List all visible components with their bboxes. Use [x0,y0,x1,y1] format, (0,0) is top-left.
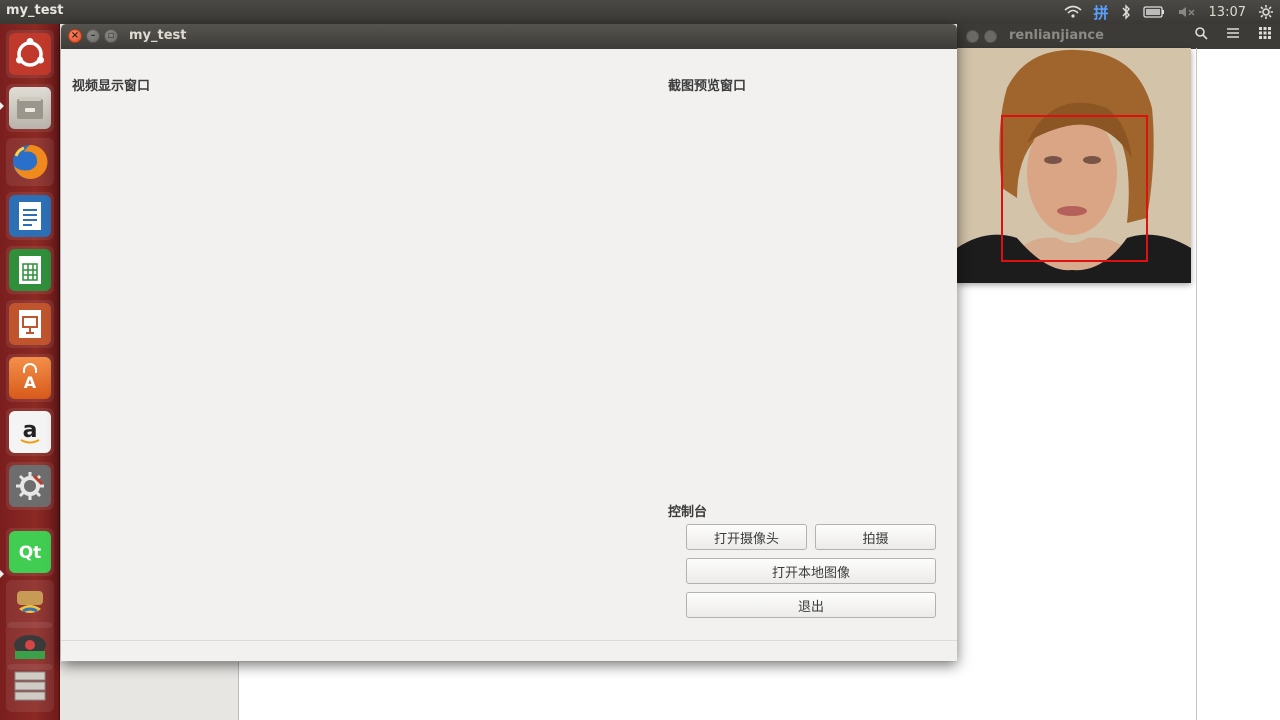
launcher-item-settings[interactable] [6,462,54,510]
exit-button[interactable]: 退出 [686,592,936,618]
svg-text:a: a [23,418,38,443]
background-close-icon[interactable] [966,30,979,43]
launcher-item-software[interactable]: A [6,354,54,402]
input-method-icon[interactable]: 拼 [1094,2,1109,23]
background-window[interactable]: renlianjiance [957,24,1280,720]
disks-icon [9,667,51,709]
firefox-icon [9,141,51,183]
battery-icon[interactable] [1142,6,1165,18]
svg-text:A: A [24,373,37,392]
clock[interactable]: 13:07 [1209,5,1246,20]
amazon-icon: a [9,411,51,453]
software-center-icon: A [9,357,51,399]
wifi-icon[interactable] [1063,5,1082,19]
launcher: A a Qt [0,24,60,720]
background-window-titlebar[interactable]: renlianjiance [957,24,1280,49]
impress-icon [9,303,51,345]
top-panel: my_test 拼 13:07 [0,0,1280,24]
video-display-label: 视频显示窗口 [72,79,151,94]
launcher-item-qt[interactable]: Qt [6,528,54,576]
svg-text:Qt: Qt [19,543,42,563]
background-minimize-icon[interactable] [984,30,997,43]
system-settings-icon [9,465,51,507]
python-icon [9,583,51,625]
console-label: 控制台 [668,505,708,520]
media-icon [9,625,51,667]
files-icon [9,87,51,129]
search-icon[interactable] [1194,26,1208,44]
launcher-item-files[interactable] [6,84,54,132]
launcher-item-impress[interactable] [6,300,54,348]
launcher-item-media[interactable] [6,622,54,670]
background-window-title: renlianjiance [1009,28,1104,43]
capture-button[interactable]: 拍摄 [815,524,936,550]
open-local-image-button[interactable]: 打开本地图像 [686,558,936,584]
window-title: my_test [129,28,187,43]
status-bar-divider [61,640,957,641]
desktop-bottom-strip [60,662,239,720]
launcher-item-python[interactable] [6,580,54,628]
volume-muted-icon[interactable] [1177,5,1197,19]
minimize-icon[interactable]: – [86,29,100,43]
active-app-title: my_test [6,3,64,18]
grid-view-icon[interactable] [1258,26,1272,44]
launcher-item-calc[interactable] [6,246,54,294]
open-camera-button[interactable]: 打开摄像头 [686,524,807,550]
main-window-titlebar[interactable]: × – ▫ my_test [61,24,957,49]
launcher-item-firefox[interactable] [6,138,54,186]
preview-label: 截图预览窗口 [668,79,747,94]
launcher-item-amazon[interactable]: a [6,408,54,456]
background-window-content [239,662,957,720]
settings-gear-icon[interactable] [1258,4,1274,20]
maximize-icon[interactable]: ▫ [104,29,118,43]
launcher-item-dash[interactable] [6,30,54,78]
main-window[interactable]: × – ▫ my_test 视频显示窗口 截图预览窗口 控制台 打开摄像头 拍摄… [61,24,957,661]
menu-list-icon[interactable] [1226,26,1240,44]
close-icon[interactable]: × [68,29,82,43]
face-detection-image [957,48,1191,283]
qt-creator-icon: Qt [9,531,51,573]
ubuntu-dash-icon [9,33,51,75]
launcher-item-disks[interactable] [6,664,54,712]
launcher-item-writer[interactable] [6,192,54,240]
calc-icon [9,249,51,291]
indicator-area: 拼 13:07 [1063,0,1274,24]
writer-icon [9,195,51,237]
bluetooth-icon[interactable] [1121,4,1131,20]
